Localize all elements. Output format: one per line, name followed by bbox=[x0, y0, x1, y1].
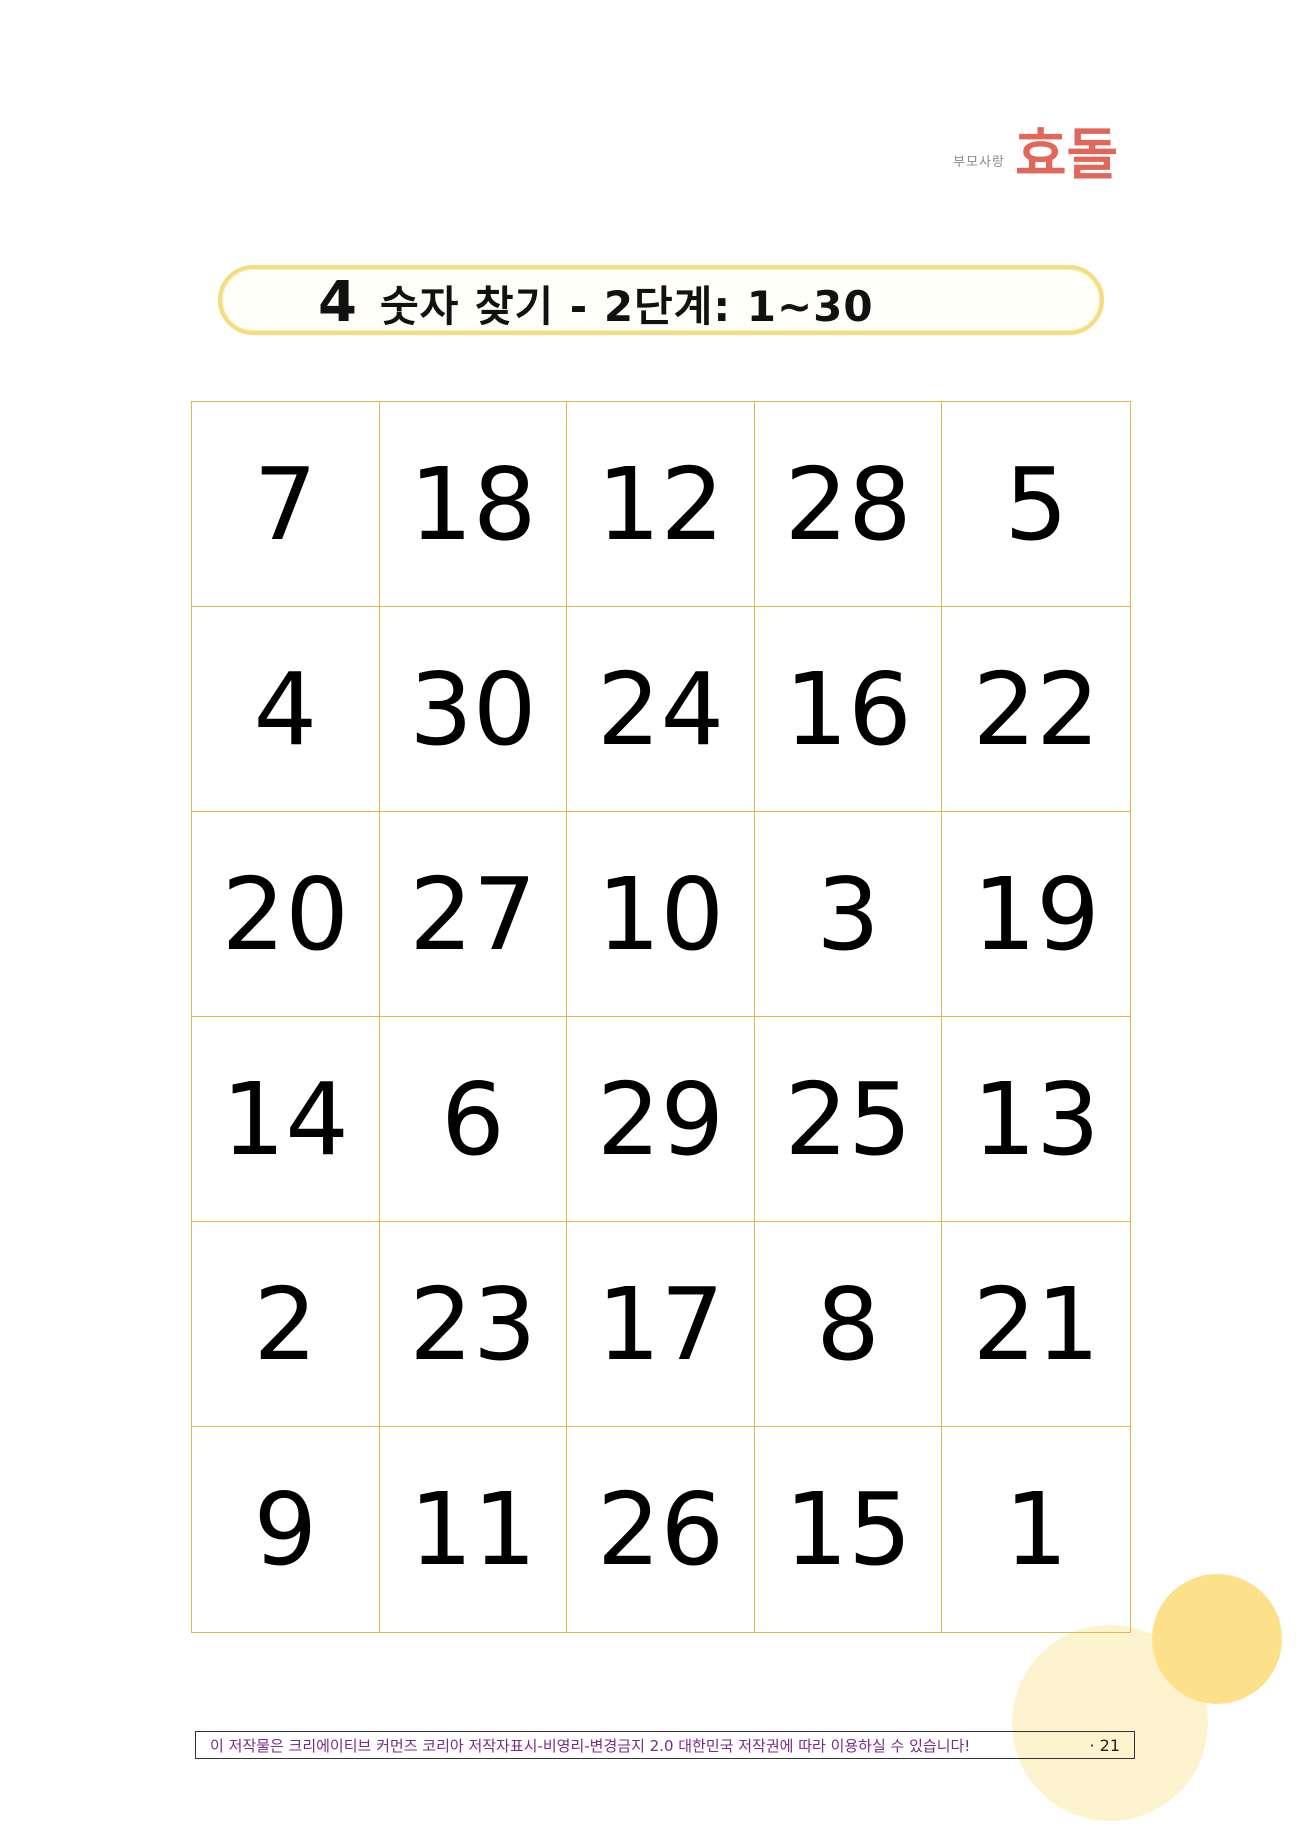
title-label: 숫자 찾기 - 2단계: 1~30 bbox=[379, 282, 874, 331]
number-cell[interactable]: 19 bbox=[942, 812, 1130, 1017]
number-cell[interactable]: 3 bbox=[754, 812, 943, 1017]
title-number: 4 bbox=[318, 270, 358, 335]
footer-license: 이 저작물은 크리에이티브 커먼즈 코리아 저작자표시-비영리-변경금지 2.0… bbox=[195, 1731, 1135, 1759]
decorative-circle-small bbox=[1152, 1574, 1282, 1704]
number-cell[interactable]: 9 bbox=[192, 1427, 380, 1632]
page-number: · 21 bbox=[1089, 1735, 1120, 1755]
number-cell[interactable]: 26 bbox=[567, 1427, 755, 1632]
brand-logo: 부모사랑 효돌 bbox=[953, 128, 1118, 184]
number-cell[interactable]: 6 bbox=[379, 1017, 568, 1222]
number-cell[interactable]: 17 bbox=[567, 1222, 755, 1427]
number-cell[interactable]: 24 bbox=[567, 607, 755, 812]
number-cell[interactable]: 28 bbox=[754, 402, 943, 607]
number-cell[interactable]: 25 bbox=[754, 1017, 943, 1222]
logo-title: 효돌 bbox=[1014, 123, 1118, 188]
number-cell[interactable]: 12 bbox=[567, 402, 755, 607]
number-cell[interactable]: 5 bbox=[942, 402, 1130, 607]
number-cell[interactable]: 13 bbox=[942, 1017, 1130, 1222]
number-cell[interactable]: 11 bbox=[380, 1427, 568, 1632]
number-cell[interactable]: 27 bbox=[379, 812, 568, 1017]
number-cell[interactable]: 7 bbox=[192, 402, 380, 607]
number-cell[interactable]: 30 bbox=[379, 607, 568, 812]
logo-subtitle: 부모사랑 bbox=[953, 155, 1005, 170]
number-cell[interactable]: 20 bbox=[192, 812, 380, 1017]
number-cell[interactable]: 4 bbox=[192, 607, 380, 812]
number-cell[interactable]: 22 bbox=[942, 607, 1130, 812]
number-cell[interactable]: 2 bbox=[192, 1222, 380, 1427]
number-cell[interactable]: 29 bbox=[567, 1017, 755, 1222]
license-text: 이 저작물은 크리에이티브 커먼즈 코리아 저작자표시-비영리-변경금지 2.0… bbox=[210, 1736, 971, 1755]
number-cell[interactable]: 16 bbox=[754, 607, 943, 812]
number-cell[interactable]: 21 bbox=[942, 1222, 1130, 1427]
number-cell[interactable]: 15 bbox=[755, 1427, 943, 1632]
number-cell[interactable]: 8 bbox=[754, 1222, 943, 1427]
number-cell[interactable]: 1 bbox=[942, 1427, 1130, 1632]
number-cell[interactable]: 23 bbox=[379, 1222, 568, 1427]
number-grid: 7 18 12 28 5 4 30 24 16 22 20 27 10 3 19 14 6 29 25 13 2 23 17… bbox=[191, 401, 1131, 1633]
number-cell[interactable]: 14 bbox=[192, 1017, 380, 1222]
number-cell[interactable]: 18 bbox=[379, 402, 568, 607]
number-cell[interactable]: 10 bbox=[567, 812, 755, 1017]
page-title: 4 숫자 찾기 - 2단계: 1~30 bbox=[318, 270, 874, 335]
